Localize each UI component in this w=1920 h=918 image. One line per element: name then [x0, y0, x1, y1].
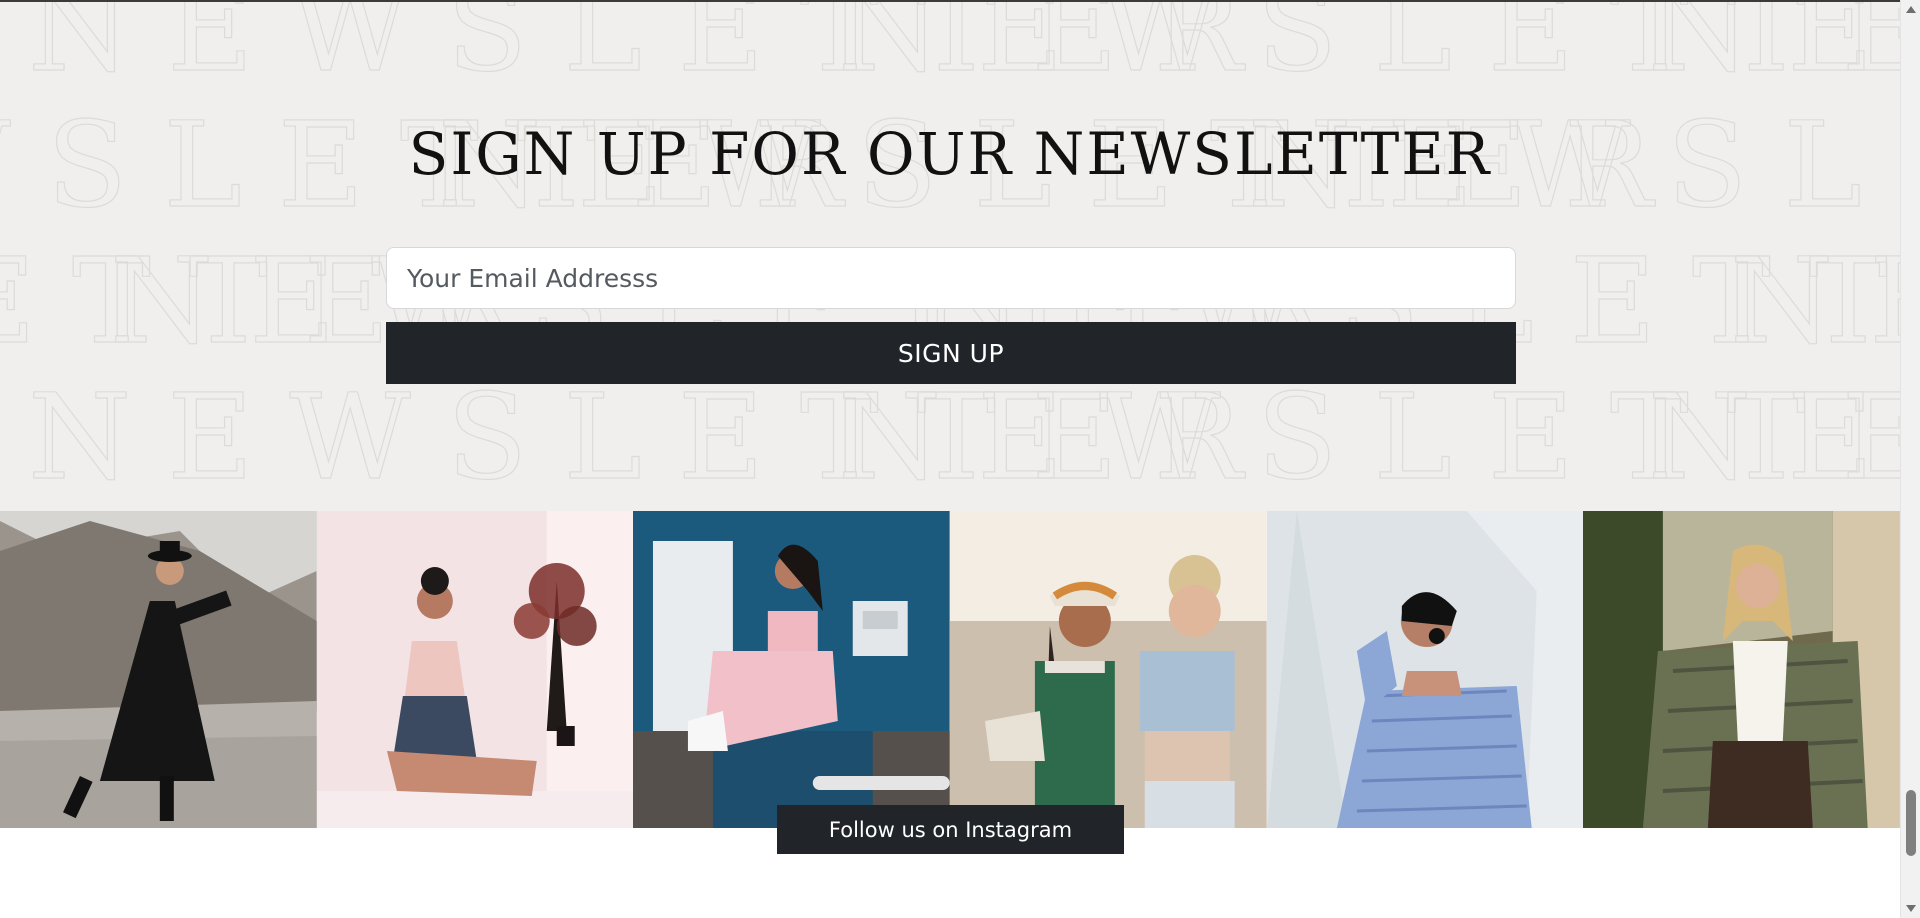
bg-word-row-3d: NEWSLETTER — [1730, 232, 1900, 370]
follow-instagram-button[interactable]: Follow us on Instagram — [777, 805, 1124, 854]
woman-blue-striped-shirt-photo[interactable] — [1266, 511, 1584, 828]
scroll-thumb[interactable] — [1906, 790, 1916, 856]
bg-word-row-1c: NEWSLETTER — [1648, 2, 1900, 98]
woman-pink-outfit-blue-wall-photo[interactable] — [633, 511, 950, 828]
two-friends-smiling-photo[interactable] — [949, 511, 1267, 828]
scroll-up-arrow-icon[interactable] — [1906, 6, 1916, 13]
newsletter-heading: SIGN UP FOR OUR NEWSLETTER — [408, 120, 1492, 188]
page: NEWSLETTER NEWSLETTER NEWSLETTER NEWSLET… — [0, 0, 1920, 918]
bg-word-row-4c: NEWSLETTER — [1648, 368, 1900, 506]
scroll-down-arrow-icon[interactable] — [1906, 905, 1916, 912]
instagram-gallery — [0, 511, 1900, 828]
woman-pink-top-sitting-photo[interactable] — [316, 511, 634, 828]
woman-black-dress-quarry-photo[interactable] — [0, 511, 317, 828]
email-input[interactable] — [386, 247, 1516, 309]
signup-button[interactable]: SIGN UP — [386, 322, 1516, 384]
woman-tweed-blazer-photo[interactable] — [1583, 511, 1900, 828]
page-scrollbar[interactable] — [1900, 0, 1920, 918]
